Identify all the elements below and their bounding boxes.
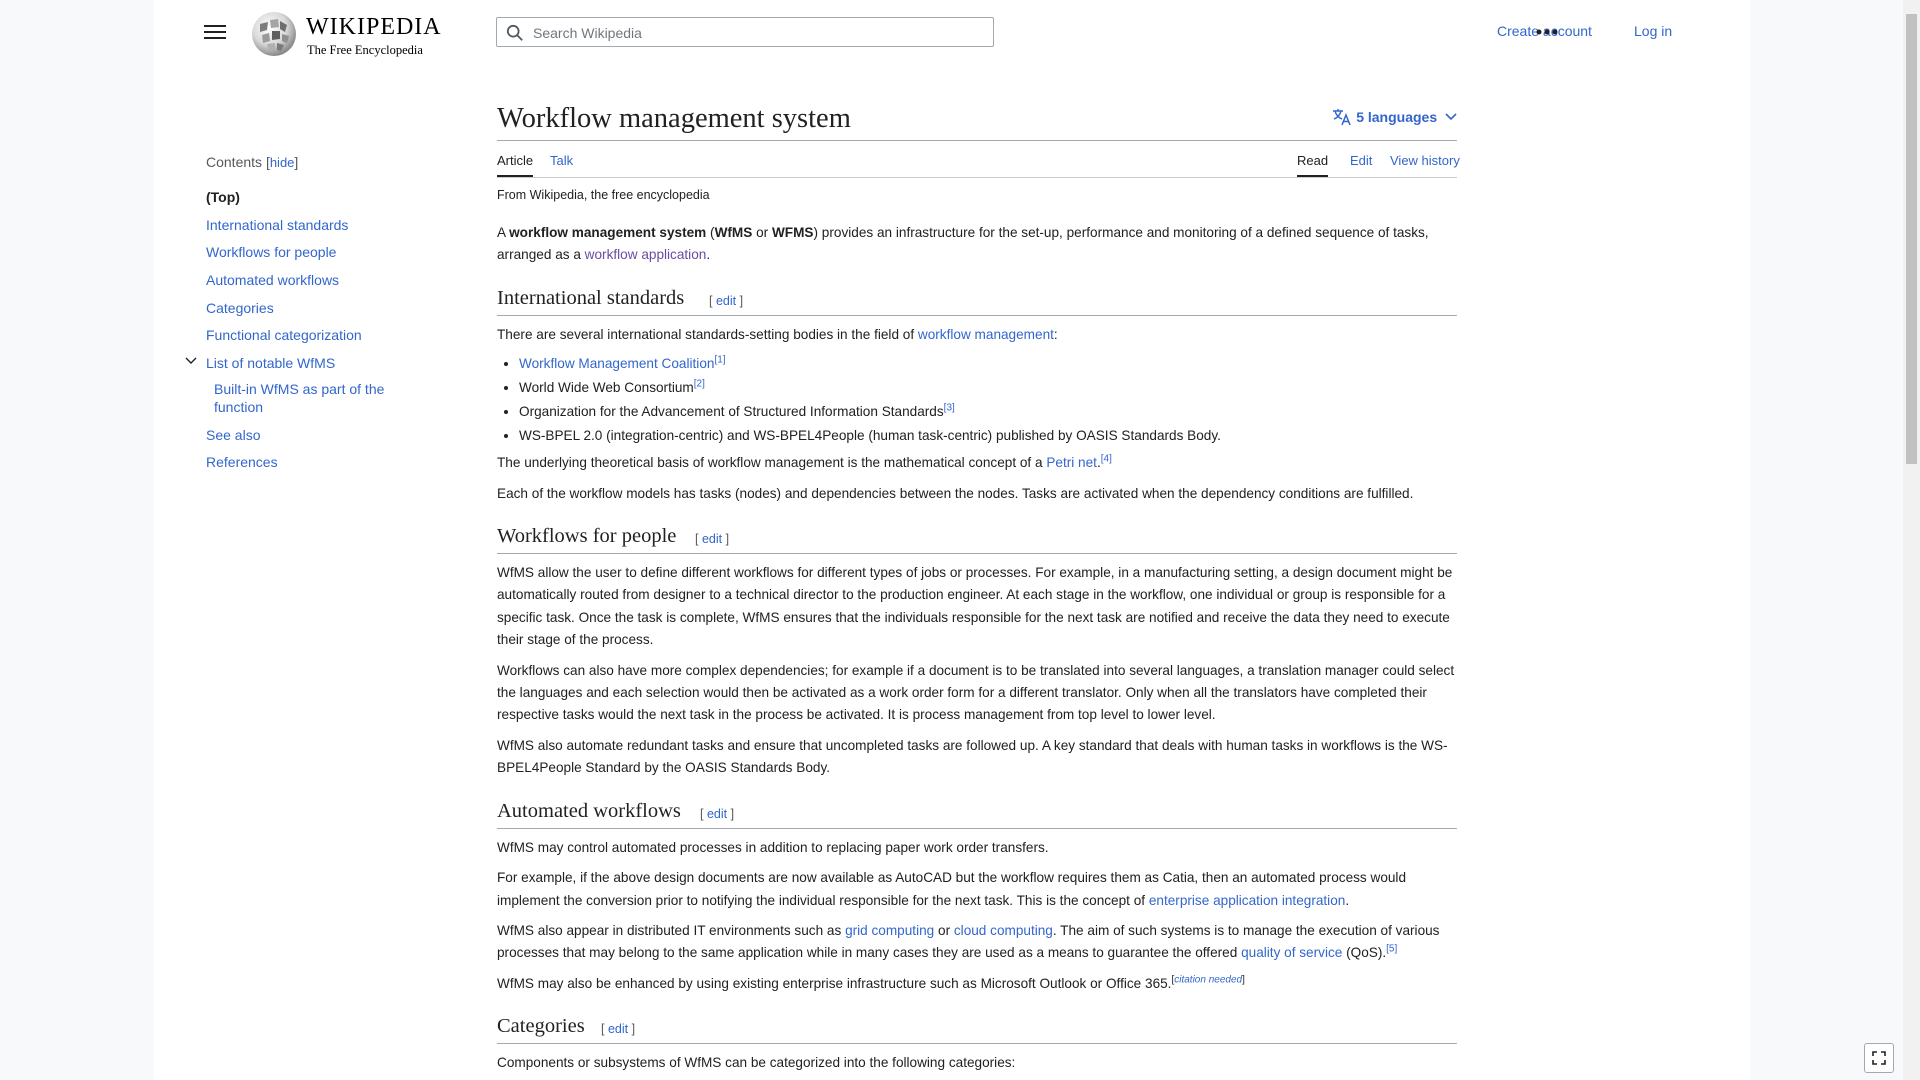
link-enterprise-application-integration[interactable]: enterprise application integration [1149,893,1345,908]
log-in-link[interactable]: Log in [1634,23,1672,39]
paragraph: For example, if the above design documen… [497,870,1407,908]
link-workflow-management[interactable]: workflow management [918,327,1054,342]
toc-hide-link[interactable]: hide [270,155,295,170]
list-item: Workflow Management Coalition[1] [519,354,1457,374]
section-title: Categories [497,1015,585,1038]
chevron-down-icon [1445,113,1457,121]
toc-item-international-standards[interactable]: International standards [206,216,348,234]
section-title: Workflows for people [497,525,677,548]
link-quality-of-service[interactable]: quality of service [1241,945,1342,960]
toc-title: Contents [206,154,263,170]
paragraph: WfMS also appear in distributed IT envir… [497,922,1440,961]
tab-view-history[interactable]: View history [1390,153,1460,175]
link-petri-net[interactable]: Petri net [1046,455,1097,470]
chevron-down-icon[interactable] [184,354,198,368]
page: WIKIPEDIA The Free Encyclopedia Create a… [154,0,1750,1080]
ref-link[interactable]: [3] [944,403,955,414]
page-title: Workflow management system [497,100,1457,141]
ref-link[interactable]: [5] [1386,944,1397,955]
section-title: Automated workflows [497,799,681,822]
language-count: 5 languages [1356,109,1438,125]
paragraph: WfMS may control automated processes in … [497,839,1049,855]
article-content: Workflow management system 5 languages A… [497,100,1460,1075]
more-options-icon[interactable] [1534,22,1560,42]
edit-section-link[interactable]: edit [608,1022,628,1036]
paragraph: Workflows can also have more complex dep… [497,662,1455,723]
translate-icon [1333,109,1351,126]
toc-item-categories[interactable]: Categories [206,299,274,317]
toc-header: Contents [hide] [206,154,299,170]
standards-list: Workflow Management Coalition[1] World W… [497,354,1457,446]
list-item: WS-BPEL 2.0 (integration-centric) and WS… [519,426,1457,446]
toc-item-workflows-for-people[interactable]: Workflows for people [206,243,336,261]
edit-section-link[interactable]: edit [707,807,727,821]
ref-link[interactable]: [4] [1101,454,1112,465]
fullscreen-toggle-button[interactable] [1864,1043,1894,1073]
table-of-contents: Contents [hide] (Top) International stan… [185,154,436,470]
wikipedia-wordmark: WIKIPEDIA [306,14,442,40]
paragraph: There are several international standard… [497,326,1058,342]
site-subtitle: From Wikipedia, the free encyclopedia [497,188,710,202]
ref-link[interactable]: [1] [714,355,725,366]
heading-international-standards: International standards [ edit ] [497,285,1457,316]
toc-item-functional-categorization[interactable]: Functional categorization [206,326,362,344]
language-button[interactable]: 5 languages [1332,108,1457,126]
link-wfmc[interactable]: Workflow Management Coalition [519,356,714,371]
toc-item-list-of-notable-wfms[interactable]: List of notable WfMS [206,355,335,371]
heading-workflows-for-people: Workflows for people [ edit ] [497,523,1457,555]
paragraph: WfMS may also be enhanced by using exist… [497,974,1245,991]
intro-paragraph: A workflow management system (WfMS or WF… [497,225,1429,263]
toc-item-top[interactable]: (Top) [206,188,240,206]
search-box[interactable] [496,17,994,47]
citation-needed-link[interactable]: citation needed [1174,974,1242,985]
paragraph: WfMS also automate redundant tasks and e… [497,737,1448,776]
tab-talk[interactable]: Talk [550,153,573,175]
ref-link[interactable]: [2] [694,379,705,390]
paragraph: Components or subsystems of WfMS can be … [497,1055,1016,1071]
paragraph: Each of the workflow models has tasks (n… [497,485,1414,501]
section-title: International standards [497,286,685,309]
wikipedia-logo[interactable]: WIKIPEDIA The Free Encyclopedia [250,10,450,58]
scrollbar-thumb[interactable] [1906,14,1917,464]
tab-read[interactable]: Read [1297,153,1329,177]
link-grid-computing[interactable]: grid computing [845,923,934,938]
toc-item-list-of-notable-wfms-row: List of notable WfMS [185,354,335,372]
page-tabs: Article Talk Read Edit View history [497,141,1460,178]
scrollbar[interactable] [1903,0,1920,1080]
main-menu-icon[interactable] [204,22,226,42]
toc-item-see-also[interactable]: See also [206,426,260,444]
edit-section-link[interactable]: edit [716,294,736,308]
heading-categories: Categories [ edit ] [497,1013,1457,1045]
link-workflow-application[interactable]: workflow application [585,247,707,262]
wikipedia-globe-icon [252,12,296,56]
tab-article[interactable]: Article [497,153,534,177]
list-item: Organization for the Advancement of Stru… [519,402,1457,422]
wikipedia-tagline: The Free Encyclopedia [307,43,423,57]
toc-item-built-in-wfms[interactable]: Built-in WfMS as part of the function [214,380,404,416]
toc-item-references[interactable]: References [206,453,278,471]
link-cloud-computing[interactable]: cloud computing [954,923,1053,938]
tab-edit[interactable]: Edit [1350,153,1372,175]
paragraph: The underlying theoretical basis of work… [497,453,1112,471]
expand-icon [1872,1051,1886,1065]
toc-item-automated-workflows[interactable]: Automated workflows [206,271,339,289]
search-icon [506,24,523,41]
search-input[interactable] [531,21,985,45]
edit-section-link[interactable]: edit [702,532,722,546]
paragraph: WfMS allow the user to define different … [497,565,1453,648]
heading-automated-workflows: Automated workflows [ edit ] [497,798,1457,829]
list-item: World Wide Web Consortium[2] [519,378,1457,398]
